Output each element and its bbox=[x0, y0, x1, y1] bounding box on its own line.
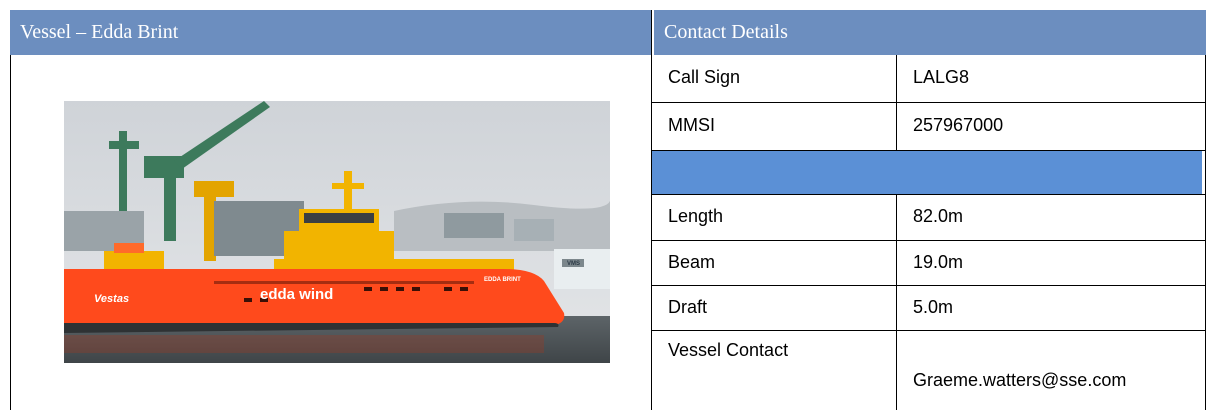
label-vessel-contact: Vessel Contact bbox=[668, 340, 789, 360]
value-vessel-contact[interactable]: Graeme.watters@sse.com bbox=[903, 370, 1126, 391]
left-panel-border bbox=[10, 55, 11, 410]
value-call-sign: LALG8 bbox=[913, 67, 970, 87]
value-mmsi: 257967000 bbox=[913, 115, 1004, 135]
panel-divider bbox=[651, 10, 652, 410]
row-border bbox=[651, 102, 1206, 103]
building-sign: VMS bbox=[567, 261, 580, 267]
label-beam: Beam bbox=[668, 252, 716, 272]
row-border bbox=[651, 285, 1206, 286]
label-call-sign: Call Sign bbox=[668, 67, 741, 87]
value-length: 82.0m bbox=[913, 206, 964, 226]
row-border bbox=[651, 330, 1206, 331]
row-border bbox=[651, 240, 1206, 241]
value-draft: 5.0m bbox=[913, 297, 954, 317]
value-beam: 19.0m bbox=[913, 252, 964, 272]
column-divider-bottom bbox=[896, 194, 897, 410]
column-divider-top bbox=[896, 55, 897, 151]
vessel-header: Vessel – Edda Brint bbox=[10, 10, 651, 55]
table-right-border bbox=[1205, 55, 1206, 410]
hull-branding: edda wind bbox=[260, 286, 333, 303]
vessel-photo: edda wind Vestas EDDA BRINT VMS bbox=[64, 101, 610, 363]
client-branding: Vestas bbox=[94, 293, 129, 305]
label-length: Length bbox=[668, 206, 724, 226]
row-border bbox=[651, 194, 1206, 195]
bow-name: EDDA BRINT bbox=[484, 277, 521, 283]
label-mmsi: MMSI bbox=[668, 115, 715, 135]
section-band bbox=[652, 151, 1202, 194]
label-draft: Draft bbox=[668, 297, 708, 317]
contact-details-header: Contact Details bbox=[654, 10, 1206, 55]
